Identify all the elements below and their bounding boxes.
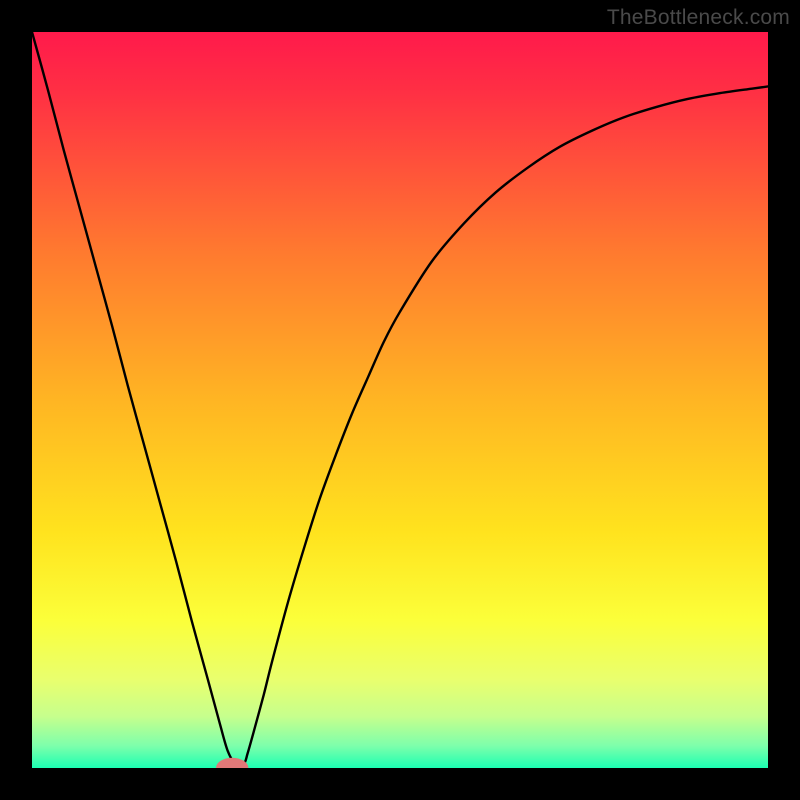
plot-svg (32, 32, 768, 768)
chart-frame: TheBottleneck.com (0, 0, 800, 800)
plot-area (32, 32, 768, 768)
gradient-background (32, 32, 768, 768)
watermark-text: TheBottleneck.com (607, 6, 790, 30)
